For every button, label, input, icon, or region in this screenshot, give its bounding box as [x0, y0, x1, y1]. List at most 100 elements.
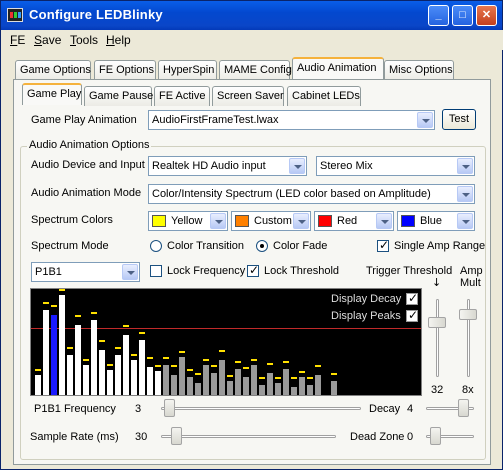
sample-rate-value: 30	[135, 431, 148, 443]
dead-zone-value: 0	[407, 431, 414, 443]
color-swatch	[152, 215, 166, 227]
test-button[interactable]: Test	[442, 109, 476, 130]
decay-thumb[interactable]	[458, 399, 469, 417]
audio-device-label: Audio Device and Input	[31, 159, 145, 171]
spectrum-peak	[219, 350, 225, 352]
color-fade-label[interactable]: Color Fade	[273, 240, 327, 252]
spectrum-peak	[291, 377, 297, 379]
close-button[interactable]: ✕	[476, 5, 497, 26]
color-transition-label[interactable]: Color Transition	[167, 240, 244, 252]
frequency-value: 3	[135, 403, 142, 415]
tab-cabinet-leds[interactable]: Cabinet LEDs	[287, 86, 361, 106]
menu-save[interactable]: Save	[34, 33, 61, 47]
spectrum-bar	[299, 377, 305, 395]
tab-fe-active[interactable]: FE Active	[154, 86, 210, 106]
tab-misc-options[interactable]: Misc Options	[384, 60, 454, 80]
spectrum-color-1-select[interactable]: Yellow	[148, 211, 228, 231]
spectrum-bar	[59, 295, 65, 395]
spectrum-peak	[187, 369, 193, 371]
game-play-animation-select[interactable]: AudioFirstFrameTest.lwax	[148, 110, 435, 130]
lock-threshold-checkbox[interactable]	[247, 263, 259, 277]
sample-rate-track[interactable]	[161, 435, 336, 438]
color-transition-radio[interactable]	[150, 240, 162, 252]
spectrum-peak	[203, 359, 209, 361]
spectrum-peak	[163, 357, 169, 359]
display-peaks-label: Display Peaks	[331, 310, 401, 322]
spectrum-bar	[147, 367, 153, 395]
spectrum-bar	[43, 310, 49, 395]
spectrum-peak	[91, 312, 97, 314]
tab-audio-animation[interactable]: Audio Animation	[292, 57, 384, 79]
spectrum-peak	[227, 375, 233, 377]
trigger-threshold-track[interactable]	[436, 299, 439, 377]
spectrum-visualizer[interactable]: Display Decay Display Peaks	[30, 288, 422, 396]
audio-input-select[interactable]: Stereo Mix	[316, 156, 475, 176]
lock-frequency-checkbox[interactable]	[150, 265, 162, 277]
spectrum-colors-label: Spectrum Colors	[31, 214, 113, 226]
tab-mame-config[interactable]: MAME Config	[219, 60, 292, 80]
tab-game-options[interactable]: Game Options	[15, 60, 91, 80]
sample-rate-thumb[interactable]	[171, 427, 182, 445]
display-decay-checkbox[interactable]	[406, 291, 418, 305]
amp-mult-value: 8x	[462, 384, 474, 396]
audio-device-select[interactable]: Realtek HD Audio input	[148, 156, 307, 176]
chevron-down-icon[interactable]	[417, 112, 433, 128]
color-fade-radio[interactable]	[256, 240, 268, 252]
maximize-button[interactable]: □	[452, 5, 473, 26]
frequency-thumb[interactable]	[164, 399, 175, 417]
menu-bar: FE Save Tools Help	[2, 30, 503, 50]
minimize-button[interactable]: _	[428, 5, 449, 26]
menu-tools[interactable]: Tools	[70, 33, 98, 47]
spectrum-color-2-select[interactable]: Custom	[231, 211, 311, 231]
chevron-down-icon[interactable]	[457, 213, 473, 229]
app-icon	[7, 8, 23, 22]
spectrum-peak	[307, 377, 313, 379]
chevron-down-icon[interactable]	[293, 213, 309, 229]
chevron-down-icon[interactable]	[122, 264, 138, 280]
title-bar[interactable]: Configure LEDBlinky _ □ ✕	[1, 1, 502, 30]
lock-frequency-label[interactable]: Lock Frequency	[167, 265, 245, 277]
spectrum-bar	[203, 365, 209, 395]
trigger-threshold-thumb[interactable]	[428, 317, 446, 328]
tab-game-play[interactable]: Game Play	[22, 83, 82, 105]
spectrum-peak	[195, 373, 201, 375]
spectrum-bar	[35, 375, 41, 395]
frequency-label: P1B1 Frequency	[34, 403, 116, 415]
spectrum-bar	[267, 373, 273, 395]
spectrum-bar	[67, 355, 73, 395]
sample-rate-label: Sample Rate (ms)	[30, 431, 119, 443]
dead-zone-thumb[interactable]	[430, 427, 441, 445]
spectrum-peak	[259, 377, 265, 379]
spectrum-color-4-select[interactable]: Blue	[397, 211, 475, 231]
single-amp-range-label[interactable]: Single Amp Range	[394, 240, 485, 252]
decay-label: Decay	[369, 403, 401, 415]
audio-mode-select[interactable]: Color/Intensity Spectrum (LED color base…	[148, 184, 475, 204]
lock-threshold-label[interactable]: Lock Threshold	[264, 265, 339, 277]
menu-help[interactable]: Help	[106, 33, 131, 47]
spectrum-bar	[275, 383, 281, 395]
chevron-down-icon[interactable]	[376, 213, 392, 229]
tab-hyperspin[interactable]: HyperSpin	[158, 60, 217, 80]
spectrum-peak	[115, 347, 121, 349]
spectrum-peak	[331, 373, 337, 375]
frequency-track[interactable]	[161, 407, 361, 410]
chevron-down-icon[interactable]	[289, 158, 305, 174]
spectrum-bar	[187, 377, 193, 395]
spectrum-bar	[219, 360, 225, 395]
tab-game-pause[interactable]: Game Pause	[84, 86, 153, 106]
spectrum-peak	[315, 365, 321, 367]
chevron-down-icon[interactable]	[210, 213, 226, 229]
display-peaks-checkbox[interactable]	[406, 308, 418, 322]
spectrum-color-3-select[interactable]: Red	[314, 211, 394, 231]
tab-fe-options[interactable]: FE Options	[94, 60, 156, 80]
single-amp-range-checkbox[interactable]	[377, 238, 389, 252]
spectrum-bar	[307, 385, 313, 395]
chevron-down-icon[interactable]	[457, 186, 473, 202]
spectrum-bar	[251, 365, 257, 395]
spectrum-peak	[67, 347, 73, 349]
chevron-down-icon[interactable]	[457, 158, 473, 174]
amp-mult-thumb[interactable]	[459, 309, 477, 320]
led-select[interactable]: P1B1	[31, 262, 140, 282]
menu-fe[interactable]: FE	[10, 33, 25, 47]
tab-screen-saver[interactable]: Screen Saver	[212, 86, 284, 106]
